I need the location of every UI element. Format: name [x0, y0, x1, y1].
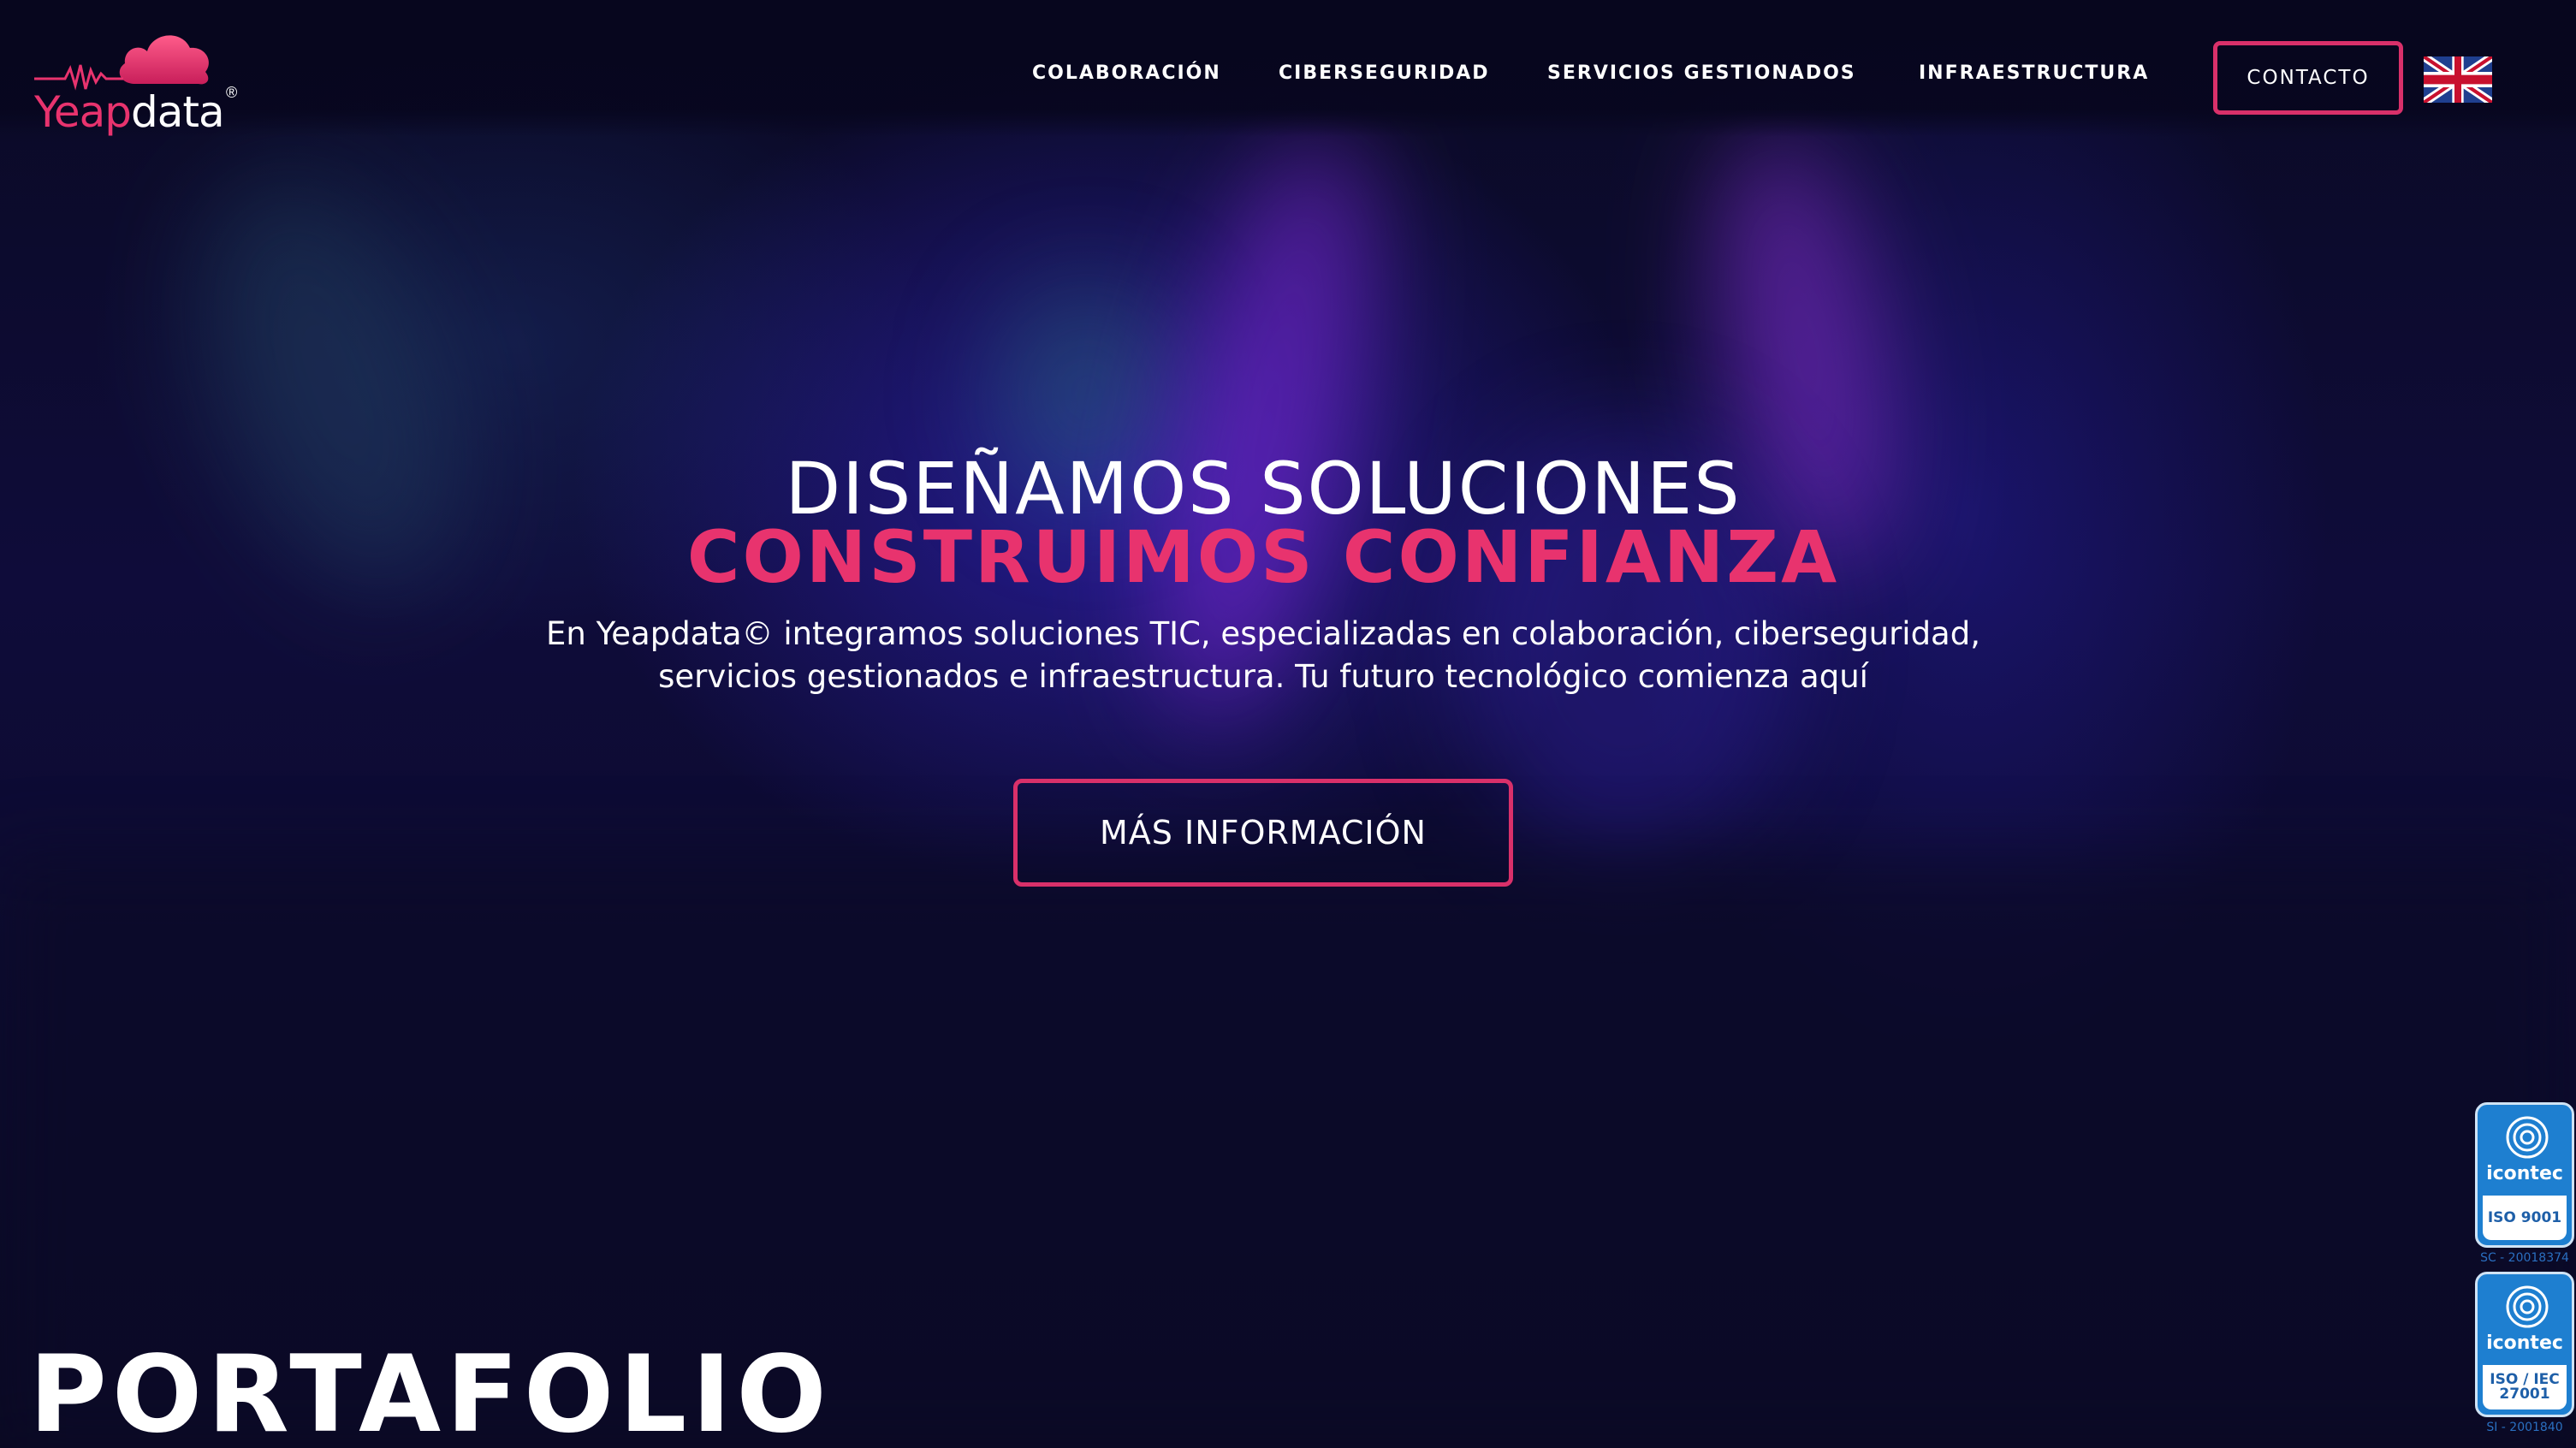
icontec-iso27001-badge[interactable]: icontec ISO / IEC 27001 — [2475, 1272, 2574, 1417]
page: Yeapdata ® COLABORACIÓN CIBERSEGURIDAD S… — [0, 0, 2576, 1448]
hero-description-line2: servicios gestionados e infraestructura.… — [658, 658, 1868, 695]
badge-code: SC - 20018374 — [2480, 1251, 2569, 1265]
site-header: Yeapdata ® COLABORACIÓN CIBERSEGURIDAD S… — [0, 0, 2576, 137]
logo-wordmark: Yeapdata — [34, 87, 225, 137]
icontec-iso9001-badge[interactable]: icontec ISO 9001 — [2475, 1102, 2574, 1248]
hero-title-line2: CONSTRUIMOS CONFIANZA — [686, 515, 1840, 599]
nav-item-infraestructura[interactable]: INFRAESTRUCTURA — [1919, 62, 2149, 84]
badge-standard: ISO / IEC 27001 — [2483, 1365, 2567, 1409]
hero-description-line1: En Yeapdata© integramos soluciones TIC, … — [546, 615, 1980, 652]
registered-mark: ® — [226, 84, 238, 101]
yeapdata-logo[interactable]: Yeapdata ® — [31, 17, 253, 137]
icontec-seal-icon — [2506, 1116, 2549, 1159]
badge-code: SI - 2001840 — [2486, 1421, 2563, 1434]
badge-standard: ISO 9001 — [2483, 1196, 2567, 1240]
hero-background — [0, 0, 2576, 1448]
uk-flag-icon[interactable] — [2424, 56, 2492, 103]
nav-item-ciberseguridad[interactable]: CIBERSEGURIDAD — [1279, 62, 1490, 84]
cloud-logo-icon — [34, 35, 209, 91]
contact-button[interactable]: CONTACTO — [2213, 41, 2403, 115]
badge-org: icontec — [2486, 1332, 2563, 1354]
nav-item-colaboracion[interactable]: COLABORACIÓN — [1032, 62, 1221, 84]
badge-org: icontec — [2486, 1163, 2563, 1184]
icontec-seal-icon — [2506, 1285, 2549, 1328]
more-info-button[interactable]: MÁS INFORMACIÓN — [1013, 779, 1513, 887]
nav-item-servicios-gestionados[interactable]: SERVICIOS GESTIONADOS — [1547, 62, 1856, 84]
portfolio-heading: PORTAFOLIO — [29, 1333, 832, 1448]
hero-description: En Yeapdata© integramos soluciones TIC, … — [0, 613, 2526, 698]
